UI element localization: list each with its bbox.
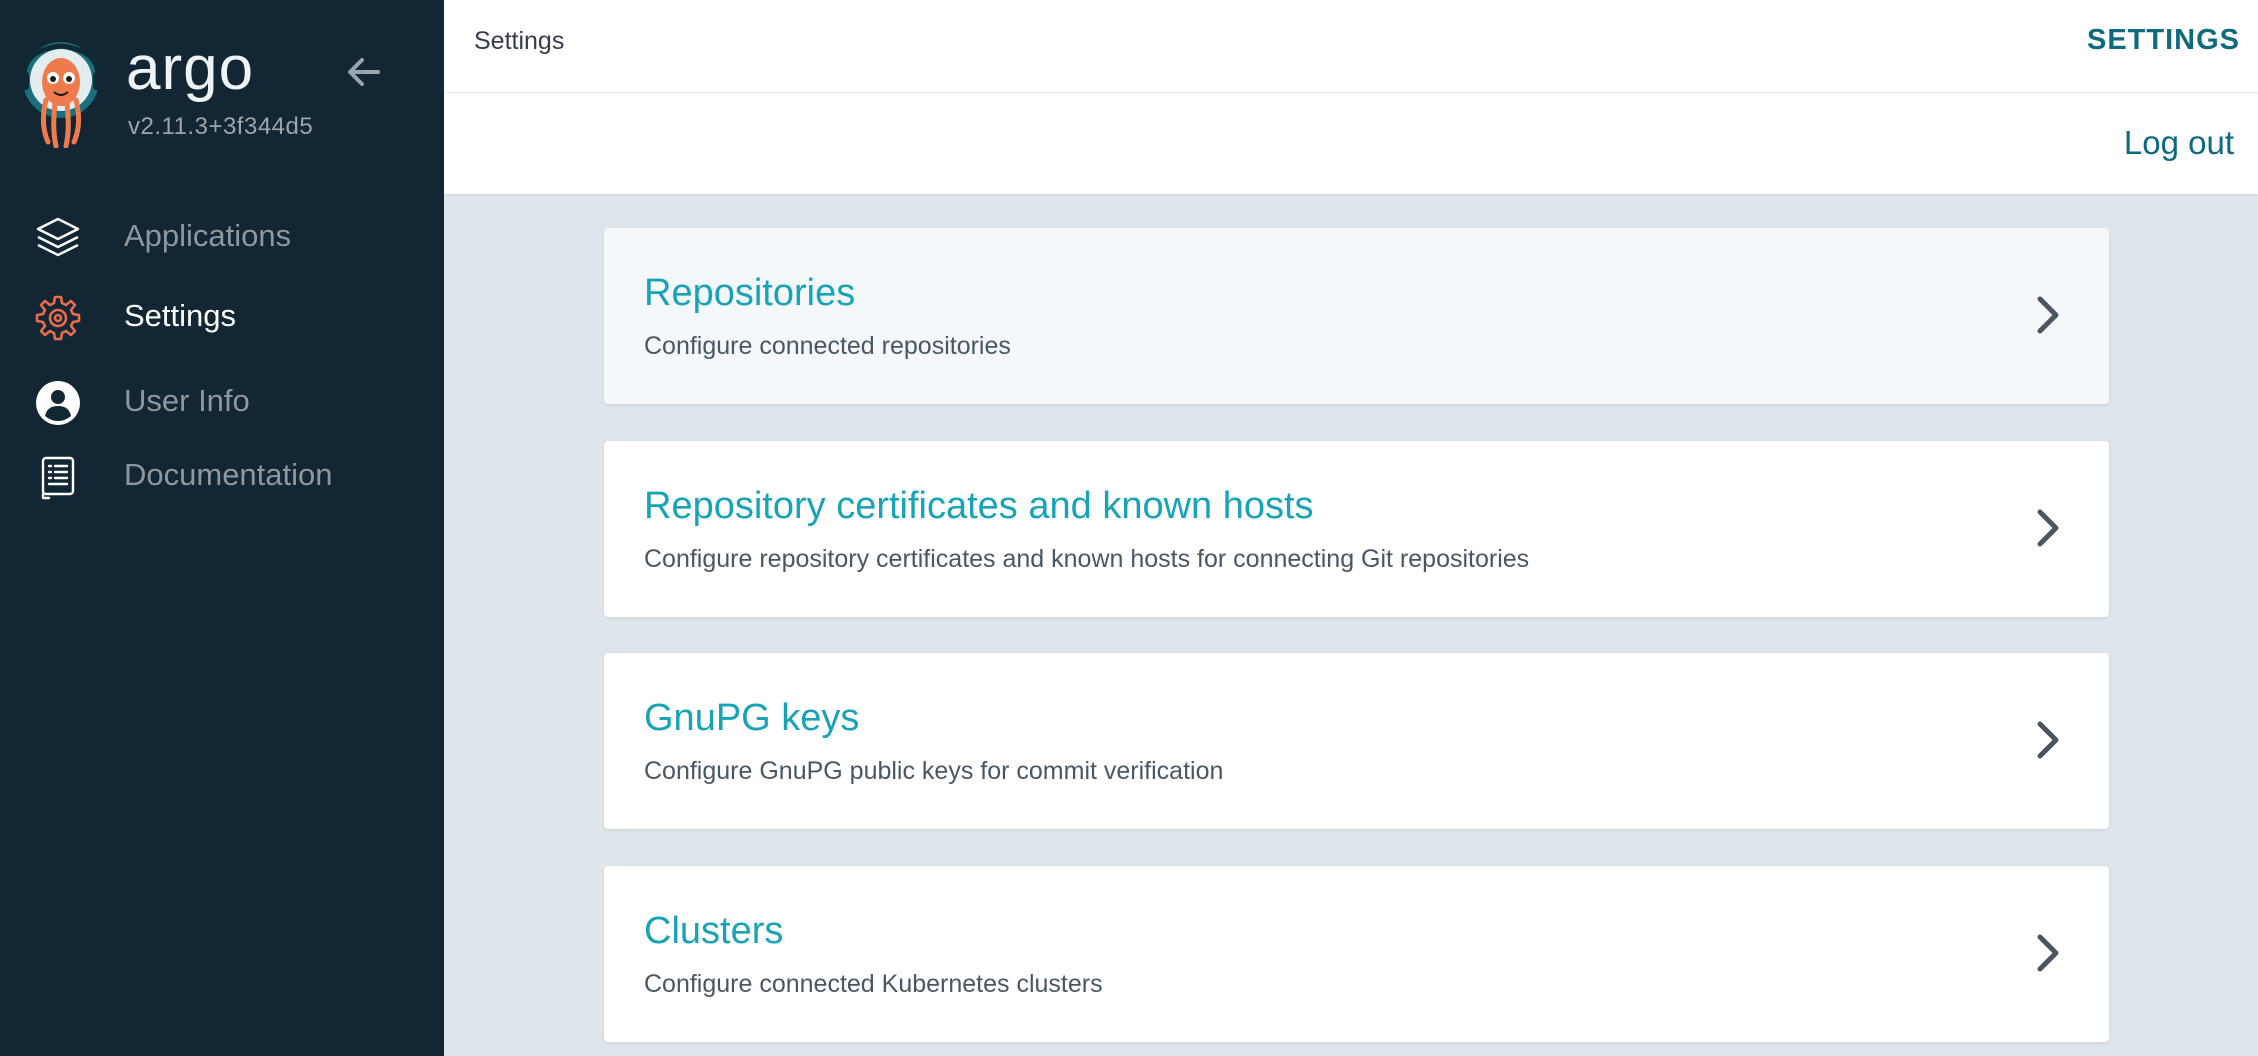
breadcrumb[interactable]: Settings	[474, 27, 564, 56]
card-title: Repositories	[644, 272, 856, 314]
action-bar: Log out	[444, 93, 2258, 194]
card-description: Configure repository certificates and kn…	[644, 545, 1530, 573]
page-title: SETTINGS	[2086, 24, 2240, 56]
card-description: Configure connected repositories	[644, 332, 1011, 360]
book-icon	[41, 456, 75, 500]
sidebar-item-label: Documentation	[124, 457, 333, 492]
sidebar-item-settings[interactable]: Settings	[0, 284, 444, 348]
chevron-right-icon	[2037, 934, 2059, 972]
settings-card-repositories[interactable]: Repositories Configure connected reposit…	[604, 228, 2109, 404]
sidebar: argo v2.11.3+3f344d5 Applications Settin…	[0, 0, 444, 1056]
collapse-sidebar-arrow-icon[interactable]	[342, 50, 386, 94]
argo-octopus-logo	[20, 42, 102, 148]
card-title: GnuPG keys	[644, 697, 860, 739]
version-label: v2.11.3+3f344d5	[128, 113, 314, 140]
chevron-right-icon	[2037, 509, 2059, 547]
settings-card-clusters[interactable]: Clusters Configure connected Kubernetes …	[604, 866, 2109, 1042]
sidebar-item-label: Applications	[124, 218, 292, 253]
settings-card-gnupg-keys[interactable]: GnuPG keys Configure GnuPG public keys f…	[604, 653, 2109, 829]
sidebar-item-documentation[interactable]: Documentation	[0, 443, 444, 507]
card-title: Repository certificates and known hosts	[644, 485, 1314, 527]
logout-button[interactable]: Log out	[2124, 124, 2234, 162]
gear-icon	[35, 295, 81, 341]
sidebar-item-label: Settings	[124, 298, 237, 333]
card-description: Configure GnuPG public keys for commit v…	[644, 757, 1224, 785]
chevron-right-icon	[2037, 296, 2059, 334]
card-description: Configure connected Kubernetes clusters	[644, 970, 1103, 998]
chevron-right-icon	[2037, 721, 2059, 759]
sidebar-item-user-info[interactable]: User Info	[0, 369, 444, 433]
settings-card-certificates[interactable]: Repository certificates and known hosts …	[604, 441, 2109, 617]
user-circle-icon	[36, 381, 80, 425]
card-title: Clusters	[644, 910, 784, 952]
sidebar-item-applications[interactable]: Applications	[0, 204, 444, 268]
layers-icon	[36, 217, 80, 257]
sidebar-item-label: User Info	[124, 383, 250, 418]
top-bar: Settings SETTINGS	[444, 0, 2258, 93]
brand-name: argo	[126, 34, 255, 103]
